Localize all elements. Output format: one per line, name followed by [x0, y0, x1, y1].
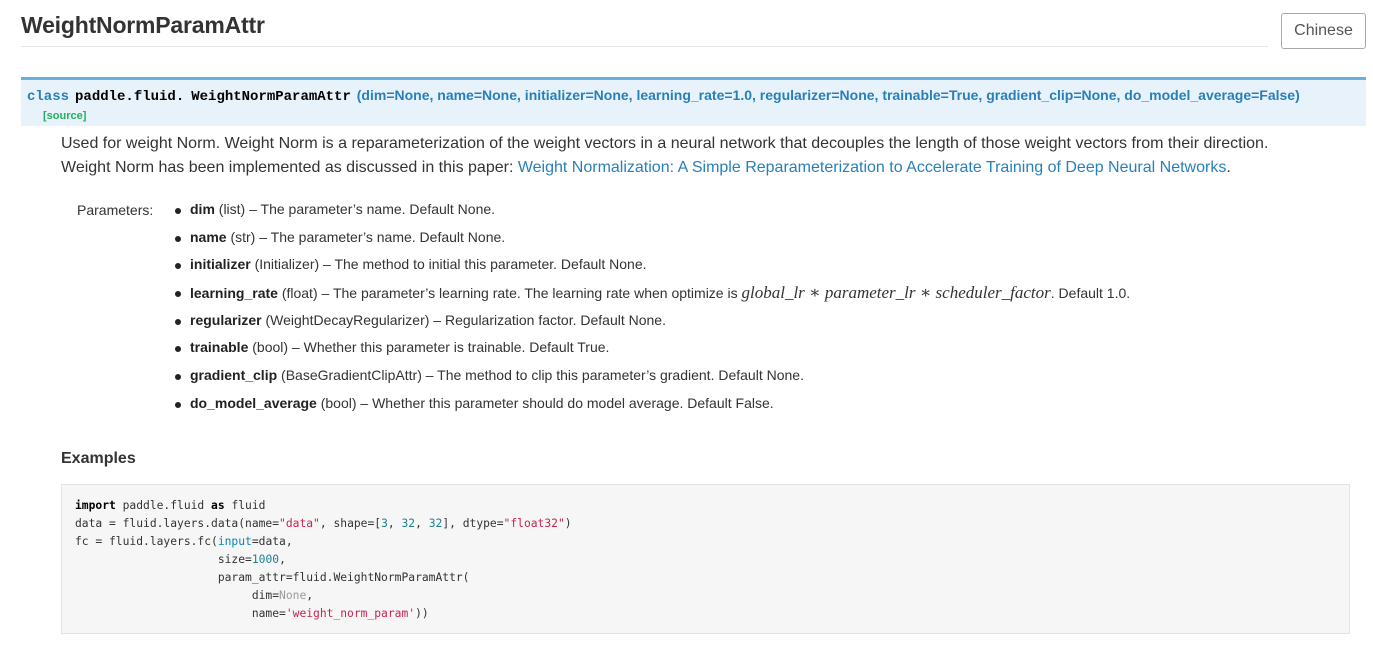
- bullet-icon: [175, 235, 181, 242]
- param-desc: – Whether this parameter should do model…: [356, 394, 774, 411]
- bullet-icon: [175, 208, 181, 214]
- code-line: name='weight_norm_param')): [75, 607, 429, 620]
- param-type: (float): [277, 285, 318, 302]
- code-line: fc = fluid.layers.fc(input=data,: [75, 535, 293, 548]
- bullet-icon: [175, 263, 181, 270]
- param-name: name: [190, 228, 227, 245]
- description-line-2-suffix: .: [1226, 159, 1231, 176]
- param-desc: – The parameter’s name. Default None.: [245, 201, 496, 217]
- math-formula: global_lr ∗ parameter_lr ∗ scheduler_fac…: [741, 283, 1051, 303]
- page-header: WeightNormParamAttr: [21, 10, 1268, 47]
- class-signature: class paddle.fluid. WeightNormParamAttr (d…: [21, 77, 1366, 126]
- code-line: dim=None,: [75, 589, 314, 602]
- signature-name: WeightNormParamAttr: [191, 89, 351, 105]
- param-name: regularizer: [190, 311, 262, 328]
- code-line: size=1000,: [75, 553, 286, 566]
- param-name: initializer: [190, 256, 251, 273]
- description: Used for weight Norm. Weight Norm is a r…: [61, 132, 1351, 180]
- param-name: do_model_average: [190, 394, 317, 411]
- signature-params: (dim=None, name=None, initializer=None, …: [356, 87, 1300, 103]
- param-name: trainable: [190, 339, 249, 356]
- param-item-dim: dim (list) – The parameter’s name. Defau…: [174, 196, 1354, 224]
- param-desc: – The parameter’s name. Default None.: [255, 228, 506, 245]
- language-toggle-button[interactable]: Chinese: [1281, 13, 1366, 49]
- bullet-icon: [175, 401, 181, 408]
- param-type: (bool): [248, 339, 289, 356]
- param-type: (list): [214, 201, 246, 217]
- param-item-name: name (str) – The parameter’s name. Defau…: [174, 224, 1354, 252]
- code-example-block[interactable]: import paddle.fluid as fluid data = flui…: [61, 484, 1350, 634]
- parameters-list: dim (list) – The parameter’s name. Defau…: [174, 196, 1354, 418]
- description-line-1: Used for weight Norm. Weight Norm is a r…: [61, 135, 1269, 152]
- code-line: data = fluid.layers.data(name="data", sh…: [75, 517, 572, 530]
- code-example: import paddle.fluid as fluid data = flui…: [75, 497, 1349, 623]
- signature-prefix: paddle.fluid.: [75, 89, 185, 105]
- source-link[interactable]: [source]: [43, 110, 86, 122]
- param-desc-suffix: . Default 1.0.: [1050, 285, 1131, 302]
- param-type: (WeightDecayRegularizer): [261, 311, 430, 328]
- param-type: (bool): [316, 394, 357, 411]
- param-type: (BaseGradientClipAttr): [277, 367, 422, 384]
- param-desc: – The parameter’s learning rate. The lea…: [317, 285, 742, 302]
- page-title: WeightNormParamAttr: [21, 12, 265, 38]
- param-desc: – The method to clip this parameter’s gr…: [421, 367, 804, 384]
- parameters-label: Parameters:: [77, 202, 154, 218]
- param-item-do-model-average: do_model_average (bool) – Whether this p…: [174, 390, 1354, 418]
- param-desc: – Whether this parameter is trainable. D…: [288, 339, 610, 356]
- bullet-icon: [175, 291, 181, 298]
- bullet-icon: [175, 318, 181, 325]
- examples-heading: Examples: [61, 450, 136, 467]
- param-item-regularizer: regularizer (WeightDecayRegularizer) – R…: [174, 307, 1354, 335]
- param-item-trainable: trainable (bool) – Whether this paramete…: [174, 334, 1354, 362]
- signature-keyword: class: [27, 89, 70, 105]
- param-name: gradient_clip: [190, 367, 278, 384]
- bullet-icon: [175, 374, 181, 381]
- param-name: learning_rate: [190, 285, 278, 302]
- description-line-2-prefix: Weight Norm has been implemented as disc…: [61, 159, 518, 176]
- param-type: (Initializer): [250, 256, 320, 273]
- bullet-icon: [175, 346, 181, 353]
- paper-link[interactable]: Weight Normalization: A Simple Reparamet…: [518, 159, 1226, 176]
- param-name: dim: [190, 201, 215, 217]
- param-item-initializer: initializer (Initializer) – The method t…: [174, 251, 1354, 279]
- param-desc: – Regularization factor. Default None.: [429, 311, 666, 328]
- param-type: (str): [226, 228, 256, 245]
- code-line: param_attr=fluid.WeightNormParamAttr(: [75, 571, 470, 584]
- param-item-learning-rate: learning_rate (float) – The parameter’s …: [174, 279, 1354, 307]
- param-item-gradient-clip: gradient_clip (BaseGradientClipAttr) – T…: [174, 362, 1354, 390]
- code-line: import paddle.fluid as fluid: [75, 499, 266, 512]
- param-desc: – The method to initial this parameter. …: [319, 256, 647, 273]
